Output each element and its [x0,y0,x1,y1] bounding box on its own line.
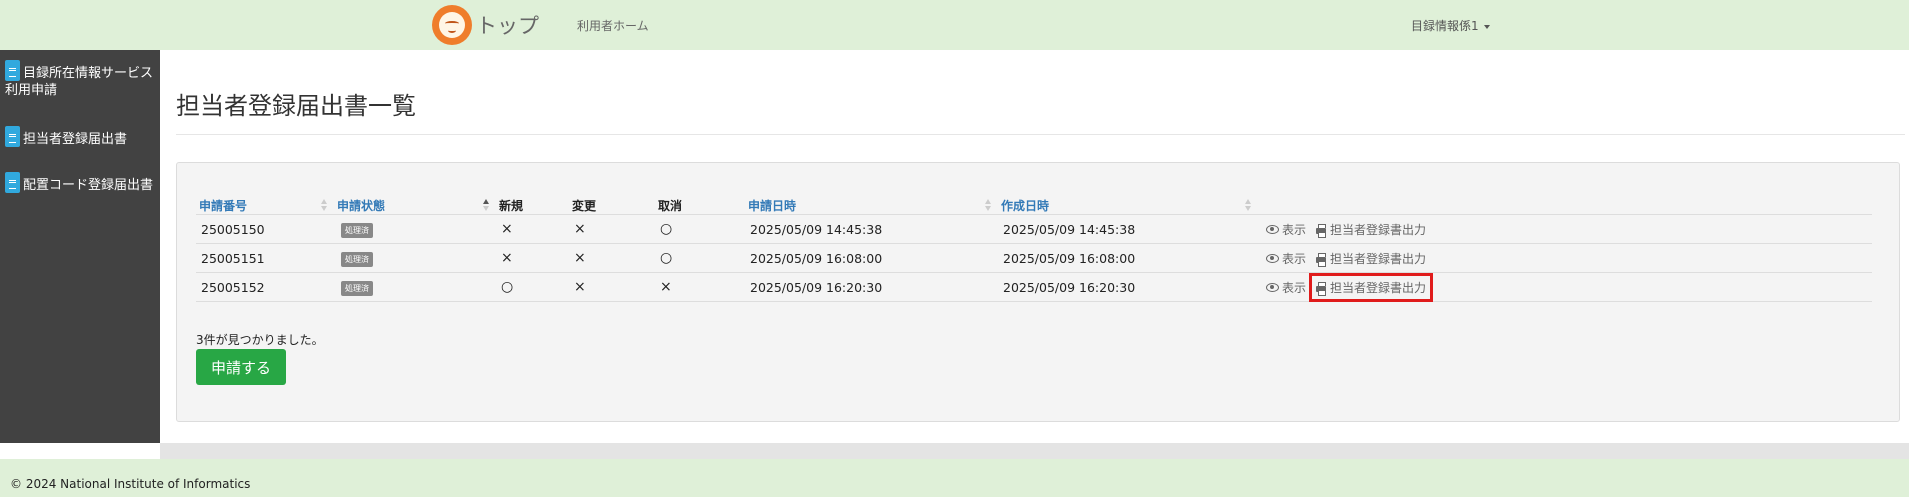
eye-icon [1266,253,1279,263]
cell-cancel: × [655,272,745,302]
result-count: 3件が見つかりました。 [196,333,324,347]
column-header-new: 新規 [496,197,569,215]
column-header-cancel: 取消 [655,197,745,215]
cell-actions: 表示 担当者登録書出力 [1258,243,1872,273]
cell-new: ○ [496,272,569,302]
user-home-link[interactable]: 利用者ホーム [577,17,649,34]
column-header-status[interactable]: 申請状態 [334,197,496,215]
brand-title[interactable]: トップ [476,10,539,40]
cell-change: × [569,243,655,273]
print-registration-button[interactable]: 担当者登録書出力 [1313,248,1429,269]
logo-icon [432,5,472,45]
print-registration-button-highlighted[interactable]: 担当者登録書出力 [1308,272,1434,302]
table-row: 25005150 処理済 × × ○ 2025/05/09 14:45:38 2… [196,214,1872,244]
cell-created-at: 2025/05/09 16:08:00 [998,243,1258,273]
caret-down-icon [1483,24,1490,29]
column-header-applied-at[interactable]: 申請日時 [745,197,998,215]
cell-number: 25005152 [196,272,334,302]
cell-new: × [496,243,569,273]
cell-applied-at: 2025/05/09 16:20:30 [745,272,998,302]
sidebar-item-staff-registration[interactable]: 担当者登録届出書 [5,126,157,148]
cell-actions: 表示 担当者登録書出力 [1258,272,1872,302]
footer: © 2024 National Institute of Informatics [0,459,1909,497]
sort-icon[interactable] [321,199,328,212]
sidebar-item-catalog-service-application[interactable]: 目録所在情報サービス利用申請 [5,60,157,99]
cell-status: 処理済 [334,272,496,302]
view-button[interactable]: 表示 [1263,277,1309,298]
sidebar-item-label[interactable]: 担当者登録届出書 [23,132,127,147]
user-menu-label[interactable]: 目録情報係1 [1411,19,1479,33]
sort-ascending-icon[interactable] [483,199,490,212]
sidebar-item-location-code-registration[interactable]: 配置コード登録届出書 [5,172,157,194]
sidebar: 目録所在情報サービス利用申請 担当者登録届出書 配置コード登録届出書 [0,50,160,443]
cell-applied-at: 2025/05/09 16:08:00 [745,243,998,273]
document-icon [5,172,20,193]
sidebar-item-label[interactable]: 配置コード登録届出書 [23,178,153,193]
top-navbar: トップ 利用者ホーム 目録情報係1 [0,0,1909,50]
cell-status: 処理済 [334,214,496,244]
column-header-change: 変更 [569,197,655,215]
cell-actions: 表示 担当者登録書出力 [1258,214,1872,244]
table-row: 25005152 処理済 ○ × × 2025/05/09 16:20:30 2… [196,272,1872,302]
apply-button[interactable]: 申請する [196,349,286,385]
print-icon [1316,281,1326,296]
document-icon [5,126,20,147]
column-header-actions [1258,197,1872,215]
cell-change: × [569,272,655,302]
cell-number: 25005150 [196,214,334,244]
cell-change: × [569,214,655,244]
cell-cancel: ○ [655,243,745,273]
content-bottom-band [160,443,1909,459]
results-panel: 申請番号 申請状態 新規 変更 取消 申請日時 作成日時 25005150 処理… [176,162,1900,422]
eye-icon [1266,282,1279,292]
cell-applied-at: 2025/05/09 14:45:38 [745,214,998,244]
cell-created-at: 2025/05/09 16:20:30 [998,272,1258,302]
cell-number: 25005151 [196,243,334,273]
print-icon [1316,223,1326,238]
page-title: 担当者登録届出書一覧 [176,92,416,120]
print-registration-button[interactable]: 担当者登録書出力 [1313,219,1429,240]
document-icon [5,60,20,81]
sidebar-item-label[interactable]: 目録所在情報サービス利用申請 [5,66,153,98]
user-menu-dropdown[interactable]: 目録情報係1 [1411,17,1490,34]
sort-icon[interactable] [985,199,992,212]
column-header-number[interactable]: 申請番号 [196,197,334,215]
eye-icon [1266,224,1279,234]
status-badge: 処理済 [341,222,373,238]
brand-home-link[interactable]: トップ [432,5,539,45]
cell-cancel: ○ [655,214,745,244]
status-badge: 処理済 [341,251,373,267]
cell-created-at: 2025/05/09 14:45:38 [998,214,1258,244]
cell-new: × [496,214,569,244]
view-button[interactable]: 表示 [1263,219,1309,240]
column-header-created-at[interactable]: 作成日時 [998,197,1258,215]
title-divider [176,134,1905,135]
view-button[interactable]: 表示 [1263,248,1309,269]
cell-status: 処理済 [334,243,496,273]
print-icon [1316,252,1326,267]
copyright-text: © 2024 National Institute of Informatics [10,477,251,491]
table-row: 25005151 処理済 × × ○ 2025/05/09 16:08:00 2… [196,243,1872,273]
application-table: 申請番号 申請状態 新規 変更 取消 申請日時 作成日時 25005150 処理… [196,197,1872,302]
status-badge: 処理済 [341,280,373,296]
sort-icon[interactable] [1245,199,1252,212]
table-header-row: 申請番号 申請状態 新規 変更 取消 申請日時 作成日時 [196,197,1872,215]
